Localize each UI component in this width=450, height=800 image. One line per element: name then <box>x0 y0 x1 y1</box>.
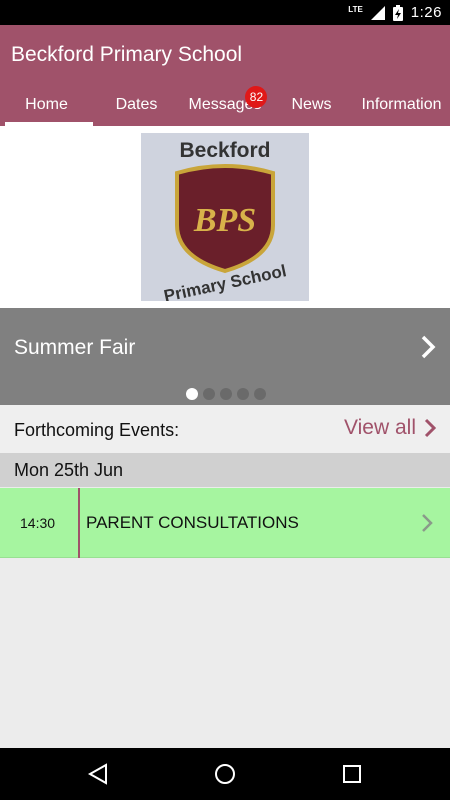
tab-dates[interactable]: Dates <box>93 91 180 126</box>
signal-icon <box>370 5 385 20</box>
back-icon[interactable] <box>86 762 110 786</box>
event-divider <box>78 488 80 558</box>
school-logo: Beckford BPS Primary School <box>141 133 309 301</box>
chevron-right-icon <box>421 335 436 359</box>
logo-text-top: Beckford <box>179 139 270 162</box>
network-type: LTE <box>348 4 363 14</box>
featured-banner[interactable]: Summer Fair <box>0 308 450 405</box>
tab-news-label: News <box>291 96 332 113</box>
carousel-dot[interactable] <box>220 388 232 400</box>
event-date-header: Mon 25th Jun <box>0 453 450 487</box>
system-nav-bar <box>0 748 450 800</box>
carousel-indicator <box>186 388 266 400</box>
tab-home[interactable]: Home <box>0 91 93 126</box>
battery-charging-icon <box>392 4 403 21</box>
tab-messages[interactable]: Messages 82 <box>180 86 270 126</box>
app-title: Beckford Primary School <box>11 43 243 66</box>
carousel-dot-active[interactable] <box>186 388 198 400</box>
clock: 1:26 <box>410 4 442 21</box>
tab-bar: Home Dates Messages 82 News Information <box>0 86 450 126</box>
carousel-dot[interactable] <box>237 388 249 400</box>
tab-home-label: Home <box>25 96 68 113</box>
status-bar: LTE 1:26 <box>0 0 450 25</box>
logo-monogram: BPS <box>193 202 256 239</box>
carousel-dot[interactable] <box>203 388 215 400</box>
app-bar: Beckford Primary School Home Dates Messa… <box>0 25 450 126</box>
event-title: PARENT CONSULTATIONS <box>86 513 299 532</box>
carousel-dot[interactable] <box>254 388 266 400</box>
logo-area: Beckford BPS Primary School <box>0 126 450 308</box>
chevron-right-icon <box>424 418 436 438</box>
banner-title: Summer Fair <box>14 336 136 359</box>
messages-badge: 82 <box>245 86 268 108</box>
chevron-right-icon <box>422 514 433 532</box>
tab-dates-label: Dates <box>115 96 158 113</box>
tab-news[interactable]: News <box>270 91 353 126</box>
event-time: 14:30 <box>20 515 56 531</box>
recents-icon[interactable] <box>340 762 364 786</box>
view-all-label: View all <box>344 416 416 439</box>
view-all-button[interactable]: View all <box>344 416 436 440</box>
event-date: Mon 25th Jun <box>14 460 124 480</box>
home-icon[interactable] <box>213 762 237 786</box>
event-row[interactable]: 14:30 PARENT CONSULTATIONS <box>0 488 450 558</box>
tab-information-label: Information <box>361 96 442 113</box>
forthcoming-label: Forthcoming Events: <box>14 420 180 440</box>
tab-information[interactable]: Information <box>353 91 450 126</box>
forthcoming-events-header: Forthcoming Events: View all <box>0 405 450 453</box>
